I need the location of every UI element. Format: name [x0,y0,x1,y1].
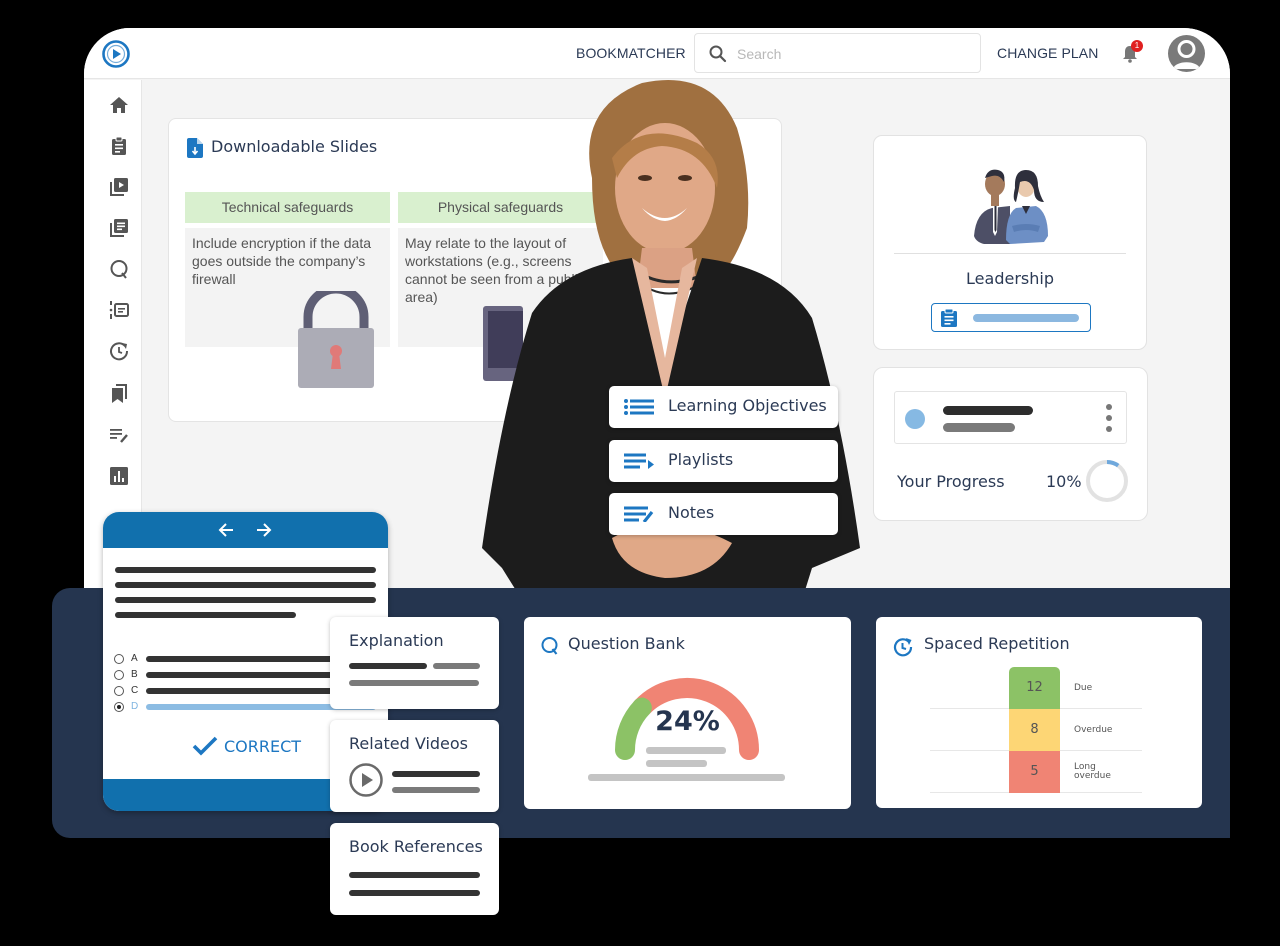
explanation-card[interactable]: Explanation [330,617,499,709]
question-line [115,582,376,588]
overdue-label: Overdue [1074,725,1113,735]
download-file-icon[interactable] [187,138,203,158]
score-value: 24% [655,706,720,737]
playlist-icon [624,453,654,469]
item-title-bar [943,406,1033,415]
explanation-title: Explanation [349,631,444,650]
spaced-repetition-title: Spaced Repetition [924,634,1070,653]
option-c-radio[interactable] [114,686,124,696]
correct-label: CORRECT [224,737,302,756]
related-videos-title: Related Videos [349,734,469,753]
leadership-people-illustration [974,169,1048,244]
score-line [588,774,785,781]
quiz-header [103,512,388,548]
book-references-card[interactable]: Book References [330,823,499,915]
option-d-radio[interactable] [114,702,124,712]
arrow-left-icon[interactable] [218,522,234,538]
search-icon [709,45,727,63]
slides-title: Downloadable Slides [211,137,378,156]
avatar[interactable] [1168,35,1205,72]
arrow-right-icon[interactable] [256,522,272,538]
option-b-radio[interactable] [114,670,124,680]
check-icon [192,736,218,756]
score-line [646,760,707,767]
video-line [392,771,480,777]
explanation-line [349,663,427,669]
long-overdue-label: Long overdue [1074,762,1111,781]
progress-card: Your Progress 10% [873,367,1148,521]
user-avatar-icon [1173,40,1200,69]
home-icon[interactable] [108,94,130,116]
question-bank-title: Question Bank [568,634,685,653]
padlock-icon [298,291,374,388]
list-alt-icon[interactable] [108,299,130,321]
progress-value: 10% [1046,472,1082,491]
option-b-letter: B [131,669,138,680]
search-box[interactable] [694,33,981,73]
playlists-button[interactable]: Playlists [609,440,838,482]
notes-label: Notes [668,503,715,522]
logo-icon[interactable] [101,39,131,69]
notes-button[interactable]: Notes [609,493,838,535]
more-options-icon[interactable] [1105,404,1113,434]
course-item[interactable] [894,391,1127,444]
search-input[interactable] [737,43,967,65]
option-a-radio[interactable] [114,654,124,664]
play-circle-icon[interactable] [348,762,384,798]
due-label: Due [1074,683,1093,693]
clipboard-icon[interactable] [108,135,130,157]
option-d-letter: D [131,701,139,712]
question-line [115,567,376,573]
change-plan-link[interactable]: CHANGE PLAN [997,45,1098,61]
bookmatcher-link[interactable]: BOOKMATCHER [576,45,686,61]
spaced-repetition-card[interactable]: Spaced Repetition 12 8 5 Due Overdue Lon… [876,617,1202,808]
bookmarks-icon[interactable] [108,382,130,404]
question-line [115,597,376,603]
reference-line [349,872,480,878]
learning-objectives-label: Learning Objectives [668,396,827,415]
option-a-letter: A [131,653,138,664]
playlists-label: Playlists [668,450,734,469]
learning-objectives-button[interactable]: Learning Objectives [609,386,838,428]
spaced-repetition-icon[interactable] [108,340,130,362]
technical-safeguards-heading: Technical safeguards [185,192,390,223]
question-line [115,612,296,618]
start-exam-button[interactable] [931,303,1091,332]
score-line [646,747,726,754]
exam-placeholder-bar [973,314,1079,322]
reference-line [349,890,480,896]
chart-icon[interactable] [108,465,130,487]
option-c-letter: C [131,685,139,696]
question-bank-icon[interactable] [108,258,130,280]
status-dot [905,409,925,429]
long-overdue-count[interactable]: 5 [1009,751,1060,793]
book-references-title: Book References [349,837,483,856]
due-count[interactable]: 12 [1009,667,1060,709]
progress-ring [1086,460,1128,502]
explanation-line [433,663,480,669]
end-of-course-exam-card[interactable]: Leadership [873,135,1147,350]
question-bank-icon [541,637,558,655]
explanation-line [349,680,479,686]
notes-icon[interactable] [108,424,130,446]
library-books-icon[interactable] [108,217,130,239]
course-name: Leadership [966,269,1054,288]
video-library-icon[interactable] [108,176,130,198]
progress-label: Your Progress [897,472,1005,491]
spaced-repetition-icon [893,638,913,657]
question-bank-card[interactable]: Question Bank 24% [524,617,851,809]
divider [894,253,1126,254]
list-icon [624,399,654,415]
video-line [392,787,480,793]
notes-edit-icon [624,506,654,522]
related-videos-card[interactable]: Related Videos [330,720,499,812]
notification-badge: 1 [1131,40,1143,52]
clipboard-icon [941,309,957,327]
overdue-count[interactable]: 8 [1009,709,1060,751]
item-subtitle-bar [943,423,1015,432]
